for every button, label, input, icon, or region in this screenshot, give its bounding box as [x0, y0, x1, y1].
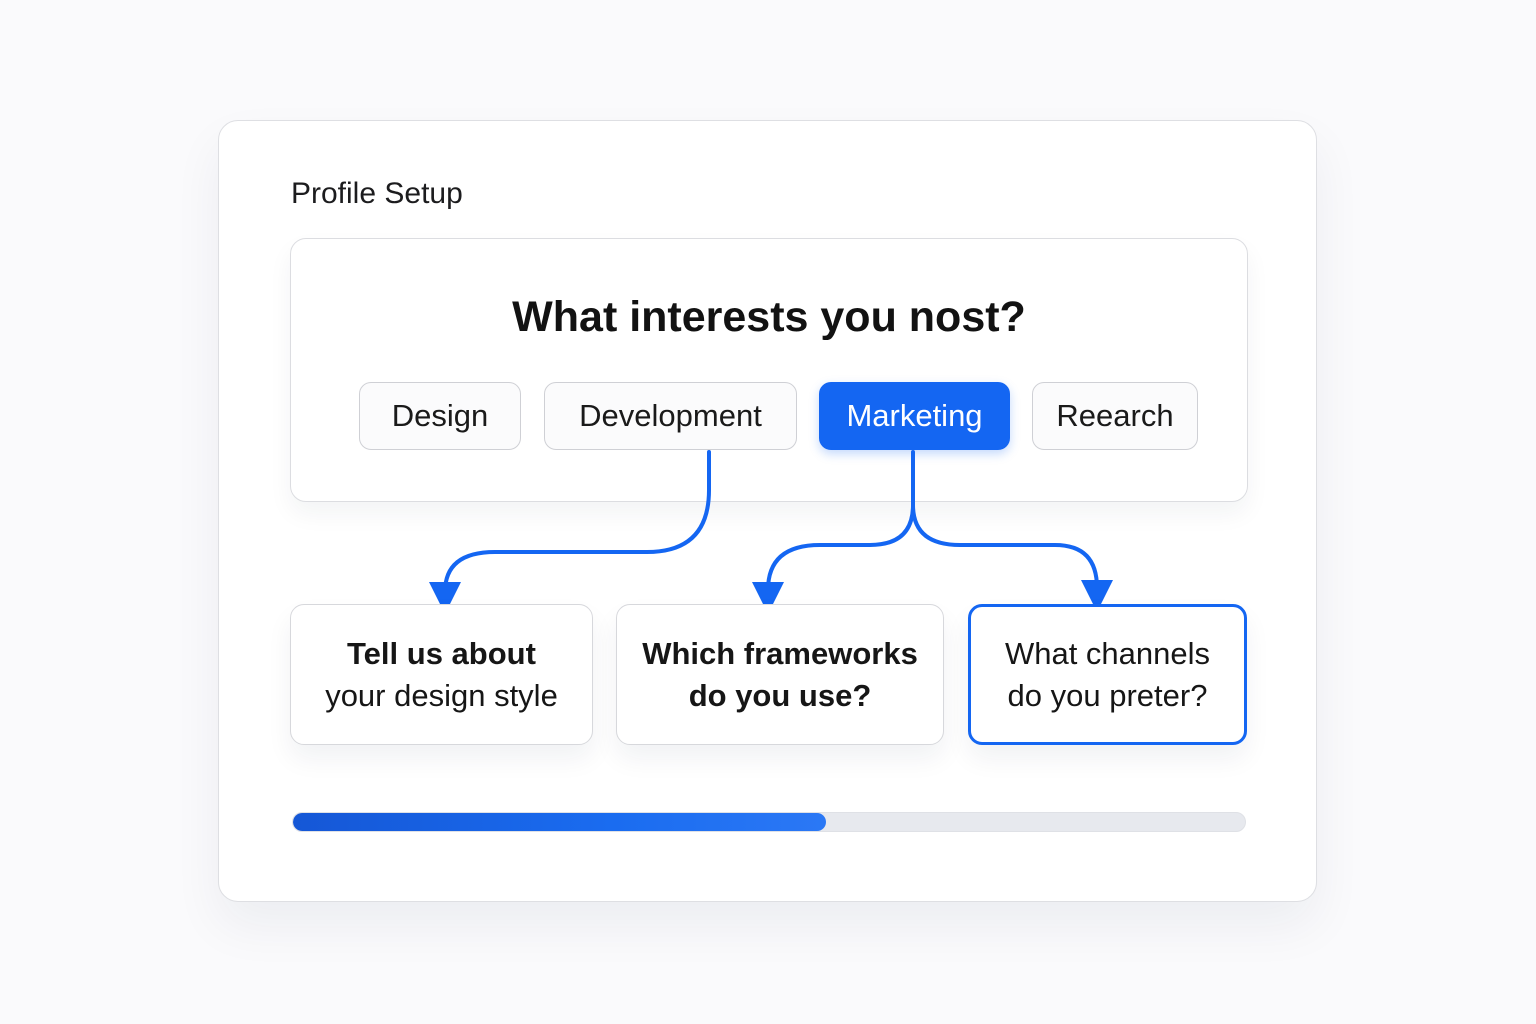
followup-line1: Which frameworks	[642, 635, 918, 671]
followup-frameworks-card[interactable]: Which frameworks do you use?	[616, 604, 944, 745]
option-marketing-chip[interactable]: Marketing	[819, 382, 1010, 450]
followup-line2: your design style	[325, 677, 558, 713]
followup-line1: Tell us about	[347, 635, 536, 671]
page-title: Profile Setup	[291, 177, 463, 210]
question-panel: What interests you nost? Design Developm…	[290, 238, 1248, 502]
followup-line1: What channels	[1004, 635, 1211, 671]
followup-channels-card[interactable]: What channels do you preter?	[968, 604, 1247, 745]
option-development-chip[interactable]: Development	[544, 382, 797, 450]
followup-line2: do you preter?	[1007, 677, 1208, 713]
question-title: What interests you nost?	[512, 293, 1026, 341]
progress-bar	[292, 812, 1246, 832]
option-research-chip[interactable]: Reearch	[1032, 382, 1198, 450]
profile-setup-card: Profile Setup What interests you nost? D…	[218, 120, 1317, 902]
progress-bar-fill	[293, 813, 827, 831]
followup-design-style-card[interactable]: Tell us about your design style	[290, 604, 593, 745]
option-design-chip[interactable]: Design	[359, 382, 521, 450]
followup-line2: do you use?	[688, 677, 872, 713]
